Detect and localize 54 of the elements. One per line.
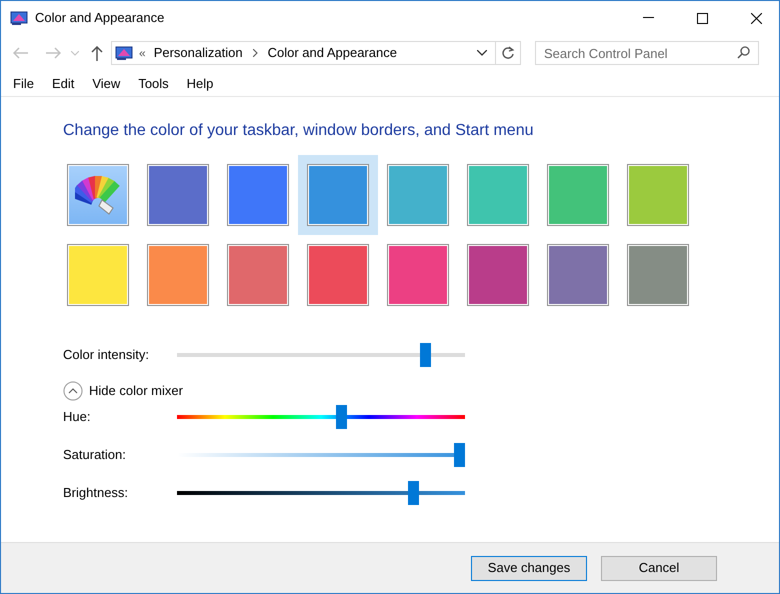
menu-item[interactable]: View bbox=[92, 74, 120, 94]
breadcrumb-item[interactable]: Color and Appearance bbox=[268, 43, 397, 63]
color-swatch[interactable] bbox=[387, 244, 449, 306]
refresh-icon[interactable] bbox=[501, 46, 515, 60]
color-fan-icon bbox=[75, 174, 121, 216]
slider-track[interactable] bbox=[177, 343, 465, 367]
menu-item[interactable]: Help bbox=[186, 74, 214, 94]
color-swatch[interactable] bbox=[227, 244, 289, 306]
slider-label: Saturation: bbox=[63, 446, 127, 464]
color-swatch[interactable] bbox=[227, 164, 289, 226]
address-bar[interactable]: « Personalization Color and Appearance bbox=[111, 41, 521, 65]
color-swatch[interactable] bbox=[627, 244, 689, 306]
minimize-icon bbox=[642, 17, 654, 19]
search-field[interactable]: Search Control Panel bbox=[535, 41, 759, 65]
save-button[interactable]: Save changes bbox=[471, 556, 587, 580]
dropdown-caret-icon[interactable] bbox=[477, 50, 487, 56]
color-swatch[interactable] bbox=[307, 164, 369, 226]
up-arrow-icon[interactable] bbox=[91, 46, 103, 60]
color-swatch[interactable] bbox=[547, 244, 609, 306]
menu-item[interactable]: File bbox=[13, 74, 34, 94]
slider-track[interactable] bbox=[177, 481, 465, 505]
color-swatch[interactable] bbox=[147, 164, 209, 226]
chevron-right-icon bbox=[252, 49, 258, 57]
color-swatch[interactable] bbox=[67, 244, 129, 306]
custom-color-swatch[interactable] bbox=[67, 164, 129, 226]
color-swatch[interactable] bbox=[387, 164, 449, 226]
window-title: Color and Appearance bbox=[35, 9, 164, 28]
cancel-button[interactable]: Cancel bbox=[601, 556, 717, 580]
window-icon bbox=[115, 45, 133, 61]
slider-label: Brightness: bbox=[63, 484, 130, 502]
color-swatch[interactable] bbox=[627, 164, 689, 226]
menu-item[interactable]: Tools bbox=[138, 74, 169, 94]
overflow-chevron[interactable]: « bbox=[139, 44, 146, 62]
menu-item[interactable]: Edit bbox=[52, 74, 74, 94]
slider-thumb[interactable] bbox=[408, 481, 420, 505]
slider-thumb[interactable] bbox=[420, 343, 431, 367]
slider-thumb[interactable] bbox=[336, 405, 348, 429]
color-swatch[interactable] bbox=[307, 244, 369, 306]
slider-label: Color intensity: bbox=[63, 346, 150, 364]
slider-track[interactable] bbox=[177, 405, 465, 429]
color-swatch[interactable] bbox=[147, 244, 209, 306]
breadcrumb-item[interactable]: Personalization bbox=[154, 43, 243, 63]
window-icon bbox=[10, 10, 28, 26]
color-swatch[interactable] bbox=[547, 164, 609, 226]
page-heading: Change the color of your taskbar, window borders, and Start menu bbox=[63, 121, 534, 141]
search-icon bbox=[737, 46, 750, 59]
mixer-toggle[interactable]: Hide color mixer bbox=[63, 381, 183, 401]
slider-label: Hue: bbox=[63, 408, 92, 426]
slider-thumb[interactable] bbox=[454, 443, 466, 467]
collapse-chevron-icon bbox=[63, 381, 83, 401]
color-swatch[interactable] bbox=[467, 164, 529, 226]
close-icon bbox=[750, 12, 762, 24]
maximize-icon bbox=[696, 12, 708, 24]
color-swatch[interactable] bbox=[467, 244, 529, 306]
